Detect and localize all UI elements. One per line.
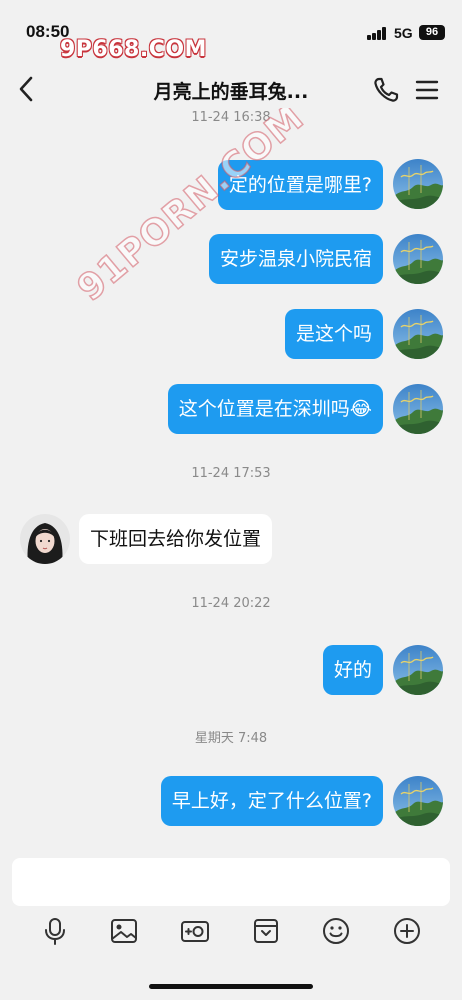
message-bubble-outgoing[interactable]: 好的 (322, 645, 383, 695)
avatar-self[interactable] (393, 384, 443, 434)
emoji-icon[interactable] (321, 916, 351, 946)
avatar-self[interactable] (393, 776, 443, 826)
microphone-icon[interactable] (40, 916, 70, 946)
message-bubble-incoming[interactable]: 下班回去给你发位置 (79, 514, 273, 564)
avatar-self[interactable] (393, 159, 443, 209)
menu-icon[interactable] (415, 79, 439, 101)
timestamp: 11-24 16:38 (191, 110, 271, 125)
timestamp: 11-24 20:22 (191, 596, 271, 611)
chat-title: 月亮上的垂耳兔... (153, 81, 309, 103)
status-bar: 08:50 9P668.COM 5G 96 (0, 0, 462, 62)
avatar-peer[interactable] (20, 514, 70, 564)
chevron-left-icon[interactable] (14, 75, 40, 103)
network-type: 5G (394, 25, 413, 41)
chat-area[interactable]: 11-24 16:38 定的位置是哪里? 安步温泉小院民宿 是这个吗 这个位置是… (0, 108, 462, 850)
message-bubble-outgoing[interactable]: 安步温泉小院民宿 (208, 234, 383, 284)
home-indicator (149, 984, 313, 989)
avatar-self[interactable] (393, 234, 443, 284)
timestamp: 11-24 17:53 (191, 466, 271, 481)
message-bubble-outgoing[interactable]: 定的位置是哪里? (217, 160, 383, 210)
signal-icon (367, 27, 387, 40)
phone-icon[interactable] (372, 76, 400, 104)
plus-icon[interactable] (392, 916, 422, 946)
camera-icon[interactable] (180, 916, 210, 946)
message-bubble-outgoing[interactable]: 是这个吗 (284, 309, 383, 359)
input-area (0, 850, 462, 1000)
avatar-self[interactable] (393, 309, 443, 359)
message-input[interactable] (12, 858, 450, 906)
timestamp: 星期天 7:48 (194, 731, 268, 746)
avatar-self[interactable] (393, 645, 443, 695)
watermark-logo: 9P668.COM (60, 37, 207, 62)
image-icon[interactable] (109, 916, 139, 946)
message-bubble-outgoing[interactable]: 这个位置是在深圳吗😂 (167, 384, 383, 434)
message-bubble-outgoing[interactable]: 早上好，定了什么位置? (160, 776, 383, 826)
file-icon[interactable] (251, 916, 281, 946)
input-toolbar (0, 912, 462, 952)
battery-icon: 96 (419, 25, 445, 40)
